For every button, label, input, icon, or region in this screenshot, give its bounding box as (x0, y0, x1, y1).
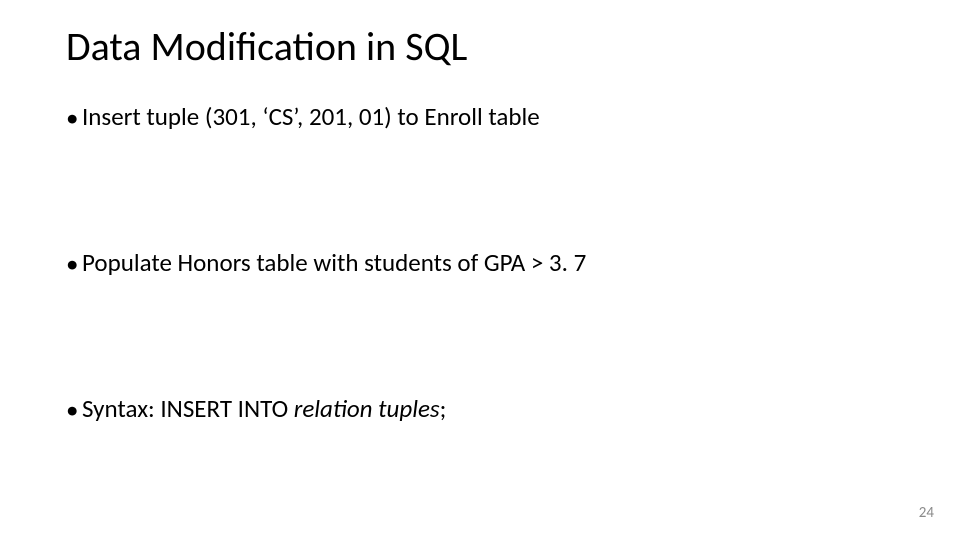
bullet-item: •Populate Honors table with students of … (66, 248, 896, 279)
page-number: 24 (919, 504, 934, 522)
slide-title: Data Modification in SQL (66, 22, 467, 71)
syntax-relation: relation (294, 393, 373, 424)
bullet-text: Insert tuple (301, ‘CS’, 201, 01) to Enr… (82, 101, 540, 132)
bullet-marker: • (66, 248, 82, 279)
bullet-marker: • (66, 102, 82, 133)
bullet-text: Syntax: INSERT INTO relation tuples; (82, 393, 446, 424)
syntax-tuples: tuples (378, 393, 440, 424)
syntax-prefix: Syntax: INSERT INTO (82, 393, 288, 424)
bullet-marker: • (66, 394, 82, 425)
bullet-item: •Syntax: INSERT INTO relation tuples; (66, 394, 896, 425)
bullet-text: Populate Honors table with students of G… (82, 247, 586, 278)
bullet-list: •Insert tuple (301, ‘CS’, 201, 01) to En… (66, 102, 896, 425)
syntax-terminator: ; (440, 393, 447, 424)
bullet-item: •Insert tuple (301, ‘CS’, 201, 01) to En… (66, 102, 896, 133)
